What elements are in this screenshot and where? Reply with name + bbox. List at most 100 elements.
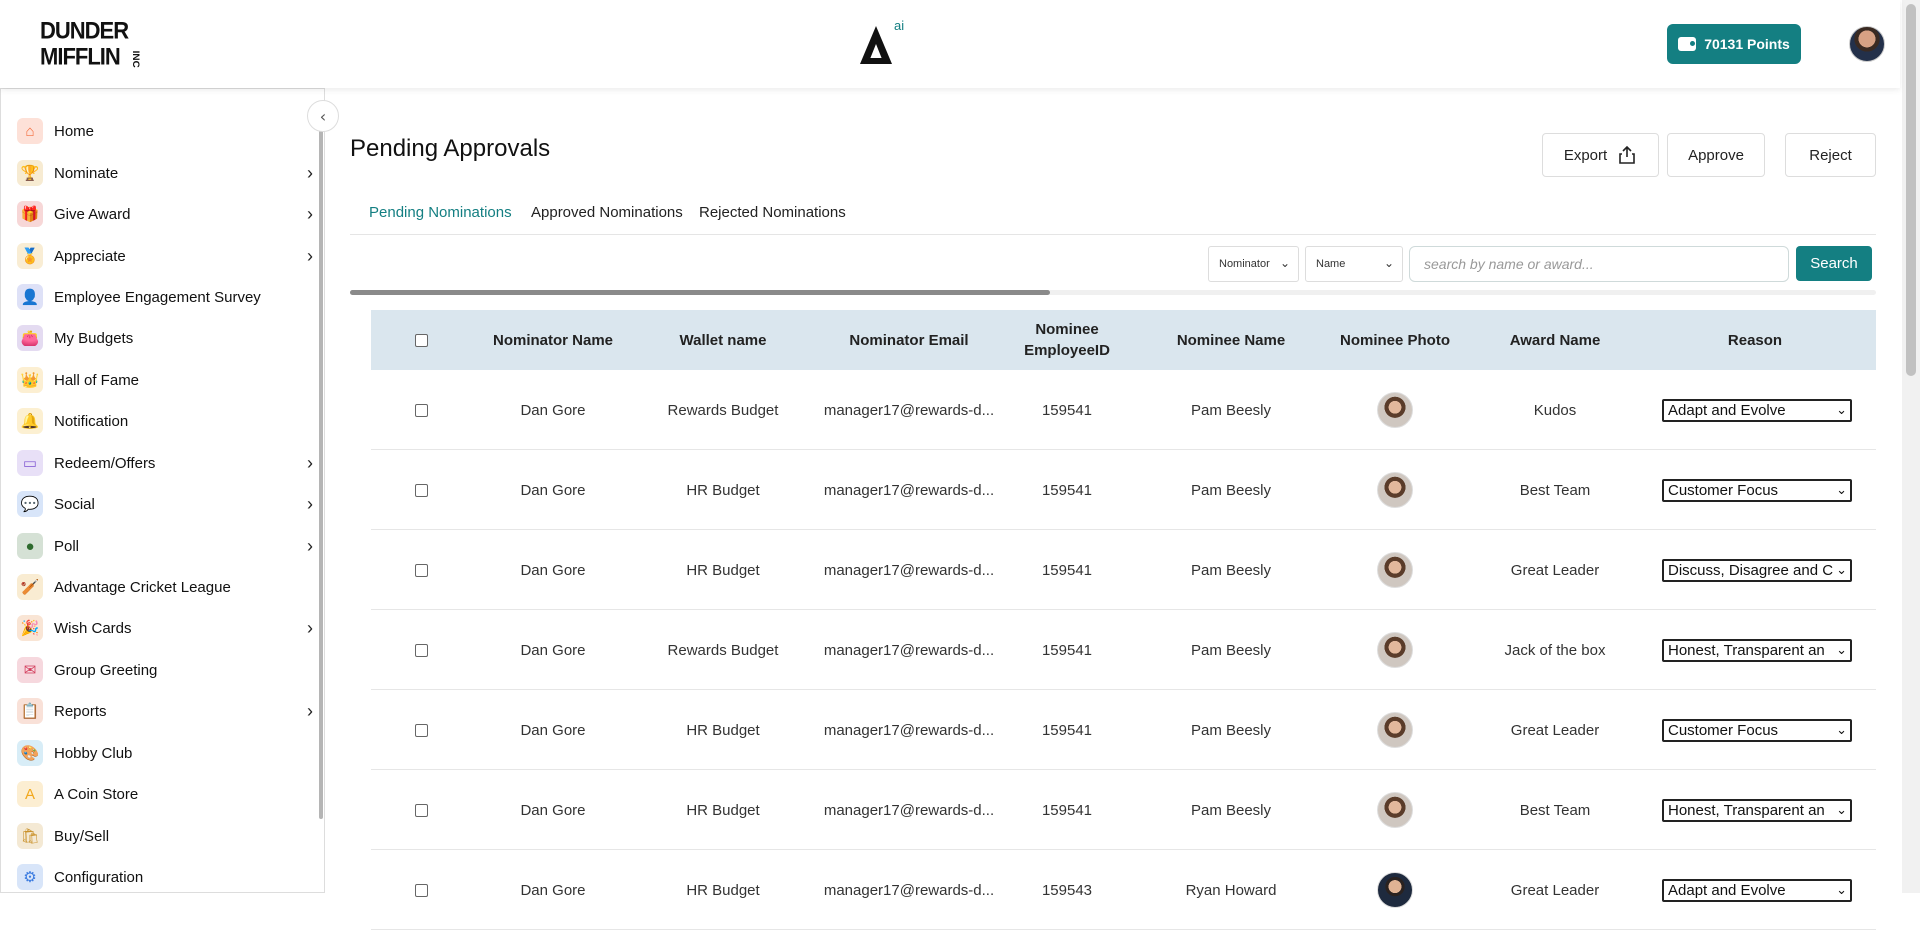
sidebar-item-nominate[interactable]: 🏆 Nominate › (17, 158, 313, 188)
header-wallet-name[interactable]: Wallet name (635, 310, 811, 370)
sidebar-item-group-greeting[interactable]: ✉ Group Greeting (17, 655, 313, 685)
row-checkbox[interactable] (414, 803, 428, 817)
reason-select[interactable]: Customer Focus ⌄ (1662, 719, 1852, 742)
sidebar-item-advantage-cricket-league[interactable]: 🏏 Advantage Cricket League (17, 572, 313, 602)
select-all-checkbox[interactable] (414, 333, 428, 347)
header-award-name[interactable]: Award Name (1455, 310, 1655, 370)
sidebar-item-buy-sell[interactable]: 🛍 Buy/Sell (17, 821, 313, 851)
cell-award: Great Leader (1510, 881, 1600, 899)
cell-select (371, 690, 471, 770)
sidebar-item-give-award[interactable]: 🎁 Give Award › (17, 199, 313, 229)
cell-nominator: Dan Gore (520, 561, 586, 579)
row-checkbox[interactable] (414, 403, 428, 417)
sidebar-item-hobby-club[interactable]: 🎨 Hobby Club (17, 738, 313, 768)
reason-select[interactable]: Honest, Transparent an ⌄ (1662, 799, 1852, 822)
sidebar-item-redeem-offers[interactable]: ▭ Redeem/Offers › (17, 448, 313, 478)
sidebar-item-social[interactable]: 💬 Social › (17, 489, 313, 519)
row-checkbox[interactable] (414, 643, 428, 657)
company-logo[interactable]: DUNDER MIFFLIN INC (40, 17, 141, 74)
sidebar-item-poll[interactable]: ● Poll › (17, 531, 313, 561)
cell-wallet: Rewards Budget (667, 641, 779, 659)
page-title: Pending Approvals (350, 135, 551, 162)
logo-line2: MIFFLIN (40, 42, 121, 71)
cell-email: manager17@rewards-d... (823, 561, 995, 579)
table-row[interactable]: Dan Gore HR Budget manager17@rewards-d... 1… (371, 850, 1876, 930)
reject-button[interactable]: Reject (1785, 133, 1876, 177)
table-row[interactable]: Dan Gore HR Budget manager17@rewards-d... 1… (371, 690, 1876, 770)
cell-wallet: HR Budget (686, 881, 760, 899)
header-nominator-name[interactable]: Nominator Name (471, 310, 635, 370)
table-row[interactable]: Dan Gore HR Budget manager17@rewards-d... 1… (371, 530, 1876, 610)
tab-rejected-nominations[interactable]: Rejected Nominations (699, 204, 846, 221)
table-row[interactable]: Dan Gore Rewards Budget manager17@rewards-… (371, 610, 1876, 690)
chevron-right-icon: › (307, 700, 313, 721)
cell-award: Great Leader (1510, 721, 1600, 739)
sidebar-scrollbar-thumb[interactable] (319, 129, 323, 819)
sidebar-item-label: Give Award (54, 205, 131, 223)
sidebar-item-appreciate[interactable]: 🏅 Appreciate › (17, 241, 313, 271)
table-horizontal-scrollbar[interactable] (350, 290, 1876, 295)
sidebar-item-hall-of-fame[interactable]: 👑 Hall of Fame (17, 365, 313, 395)
nominee-avatar (1377, 392, 1413, 428)
shopping-icon: 🛍 (17, 823, 43, 849)
header-nominee-photo[interactable]: Nominee Photo (1335, 310, 1455, 370)
chevron-right-icon: › (307, 162, 313, 183)
tab-pending-nominations[interactable]: Pending Nominations (369, 204, 512, 221)
cell-select (371, 850, 471, 930)
table-row[interactable]: Dan Gore Rewards Budget manager17@rewards-… (371, 370, 1876, 450)
reason-select[interactable]: Adapt and Evolve ⌄ (1662, 399, 1852, 422)
reason-select[interactable]: Customer Focus ⌄ (1662, 479, 1852, 502)
chevron-right-icon: › (307, 203, 313, 224)
filter-field-select[interactable]: Name ⌄ (1305, 246, 1403, 282)
brand-logo-icon[interactable]: ai (856, 18, 906, 68)
sidebar-item-home[interactable]: ⌂ Home (17, 116, 313, 146)
user-avatar[interactable] (1849, 26, 1885, 62)
sidebar-item-a-coin-store[interactable]: A A Coin Store (17, 779, 313, 809)
row-checkbox[interactable] (414, 723, 428, 737)
chevron-right-icon: › (307, 452, 313, 473)
header-reason[interactable]: Reason (1655, 310, 1855, 370)
page-scrollbar-thumb[interactable] (1906, 4, 1916, 376)
cell-reason: Adapt and Evolve ⌄ (1662, 850, 1862, 930)
cell-select (371, 450, 471, 530)
sidebar-item-employee-engagement-survey[interactable]: 👤 Employee Engagement Survey (17, 282, 313, 312)
search-input[interactable] (1409, 246, 1789, 282)
search-button[interactable]: Search (1796, 246, 1872, 281)
page-scrollbar[interactable] (1902, 0, 1920, 893)
cell-reason: Customer Focus ⌄ (1662, 450, 1862, 530)
header-nominator-email[interactable]: Nominator Email (811, 310, 1007, 370)
approve-button[interactable]: Approve (1667, 133, 1765, 177)
chevron-down-icon: ⌄ (1836, 802, 1847, 817)
row-checkbox[interactable] (414, 563, 428, 577)
row-checkbox[interactable] (414, 483, 428, 497)
crown-icon: 👑 (17, 367, 43, 393)
reason-select[interactable]: Adapt and Evolve ⌄ (1662, 879, 1852, 902)
sidebar-item-wish-cards[interactable]: 🎉 Wish Cards › (17, 613, 313, 643)
reason-select[interactable]: Honest, Transparent an ⌄ (1662, 639, 1852, 662)
sidebar-item-notification[interactable]: 🔔 Notification (17, 406, 313, 436)
row-checkbox[interactable] (414, 883, 428, 897)
sidebar-item-label: My Budgets (54, 329, 134, 347)
sidebar-item-configuration[interactable]: ⚙ Configuration (17, 862, 313, 892)
chevron-down-icon: ⌄ (1279, 256, 1290, 270)
tab-approved-nominations[interactable]: Approved Nominations (531, 204, 683, 221)
chevron-down-icon: ⌄ (1836, 562, 1847, 577)
reason-select[interactable]: Discuss, Disagree and C ⌄ (1662, 559, 1852, 582)
filter-type-select[interactable]: Nominator ⌄ (1208, 246, 1299, 282)
sidebar-item-label: Poll (54, 537, 80, 555)
header-nominee-name[interactable]: Nominee Name (1127, 310, 1335, 370)
header-nominee-employee-id[interactable]: Nominee EmployeeID (1007, 310, 1127, 370)
table-row[interactable]: Dan Gore HR Budget manager17@rewards-d... 1… (371, 770, 1876, 850)
sidebar-item-reports[interactable]: 📋 Reports › (17, 696, 313, 726)
points-button[interactable]: 70131 Points (1667, 24, 1801, 64)
reason-value: Honest, Transparent an (1668, 802, 1825, 819)
horizontal-scrollbar-thumb[interactable] (350, 290, 1050, 295)
export-button[interactable]: Export (1542, 133, 1659, 177)
sidebar-item-label: Hall of Fame (54, 371, 140, 389)
table-row[interactable]: Dan Gore HR Budget manager17@rewards-d... 1… (371, 450, 1876, 530)
wallet-icon (1678, 37, 1697, 51)
collapse-sidebar-button[interactable]: ‹ (307, 100, 339, 132)
chevron-left-icon: ‹ (319, 106, 327, 126)
sidebar-item-my-budgets[interactable]: 👛 My Budgets (17, 323, 313, 353)
sidebar-scrollbar[interactable] (318, 89, 324, 892)
